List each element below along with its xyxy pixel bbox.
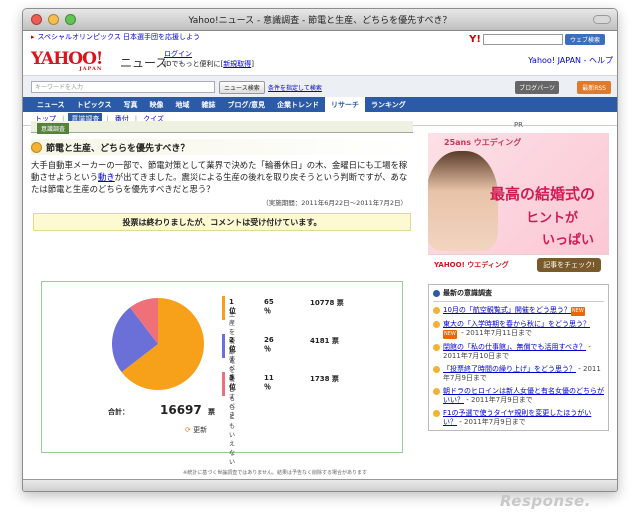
login-block: ログイン IDでもっと便利に[新規取得] [164,49,254,69]
closed-notice: 投票は終わりましたが、コメントは受け付けています。 [33,213,411,231]
browser-window: Yahoo!ニュース - 意識調査 - 節電と生産、どちらを優先すべき？ ▸ ス… [22,8,618,492]
news-search-input[interactable]: キーワードを入力 [31,81,215,93]
latest-item: 東大の「入学時期を春から秋に」をどう思う？NEW - 2011年7月11日まで [433,320,604,339]
total-votes: 16697 [160,403,202,417]
latest-item-link[interactable]: 閉館の「私の仕事館」、無償でも活用すべき？ [443,343,586,351]
nav-tab[interactable]: 写真 [117,97,143,112]
status-bar [23,479,617,491]
survey-main: 意識調査 節電と生産、どちらを優先すべき？ 大手自動車メーカーの一部で、節電対策… [27,121,413,466]
total-label: 合計： [108,408,129,416]
bullet-icon [433,289,440,297]
total-unit: 票 [208,408,215,416]
promo-link[interactable]: スペシャルオリンピックス 日本選手団を応援しよう [38,32,201,42]
ad-headline-2: ヒントが [526,211,579,226]
sidebar: PR 25ans ウエディング 最高の結婚式の ヒントが いっぱい YAHOO!… [428,121,609,431]
latest-list: 10月の「航空観覧式」開催をどう思う？NEW 東大の「入学時期を春から秋に」をどう… [433,306,604,427]
lightbulb-icon [433,366,440,373]
lightbulb-icon [433,410,440,417]
latest-item: 10月の「航空観覧式」開催をどう思う？NEW [433,306,604,316]
legend-percent: 26 ％ [264,336,274,353]
section-header: 意識調査 [31,121,413,134]
latest-item: 「投票終了時間の繰り上げ」をどう思う？ - 2011年7月9日まで [433,365,604,383]
news-search-row: キーワードを入力 ニュース検索 条件を指定して検索 ブログパーツ 最新RSS [23,75,617,97]
question-title: 節電と生産、どちらを優先すべき？ [31,139,413,155]
footnote: ※統計に基づく世論調査ではありません。結果は予告なく削除する場合があります [183,470,368,476]
nav-tab[interactable]: トピックス [71,97,118,112]
nav-tab[interactable]: 雑誌 [195,97,221,112]
nav-tab[interactable]: ニュース [31,97,71,112]
latest-item-date: 2011年7月9日まで [463,418,526,426]
lightbulb-icon [433,321,440,328]
legend-votes: 4181 票 [310,337,339,345]
latest-item-link[interactable]: 東大の「入学時期を春から秋に」をどう思う？ [443,320,590,328]
promo-icon: ▸ [31,33,35,41]
ad-footer-brand: YAHOO! ウエディング [434,261,509,269]
result-pie-chart [112,298,204,390]
register-bracket: ] [251,60,254,68]
question-description: 大手自動車メーカーの一部で、節電対策として業界で決めた「輪番休日」の木、金曜日に… [31,160,408,194]
legend-color-bar [222,334,225,358]
latest-item: 閉館の「私の仕事館」、無償でも活用すべき？ - 2011年7月10日まで [433,343,604,361]
ad-headline-3: いっぱい [542,233,595,248]
window-title: Yahoo!ニュース - 意識調査 - 節電と生産、どちらを優先すべき？ [188,16,452,26]
watermark: Response. [500,492,591,510]
latest-item: 朝ドラのヒロインは新人女優と有名女優のどちらがいい？ - 2011年7月9日まで [433,387,604,405]
login-link[interactable]: ログイン [164,50,192,58]
latest-item-date: 2011年7月10日まで [443,352,510,360]
new-badge: NEW [443,330,457,339]
latest-item-link[interactable]: 10月の「航空観覧式」開催をどう思う？ [443,306,571,314]
lightbulb-icon [31,141,42,153]
latest-surveys-header: 最新の意識調査 [433,288,604,302]
advanced-search-link[interactable]: 条件を指定して検索 [268,83,322,92]
nav-tab[interactable]: 映像 [143,97,169,112]
nav-tab[interactable]: ブログ/意見 [221,97,271,112]
new-badge: NEW [570,307,585,316]
login-note: IDでもっと便利に[ [164,60,224,68]
brand-row: YAHOO! JAPAN ニュース ログイン IDでもっと便利に[新規取得] Ya… [23,43,617,75]
main-nav: ニュース トピックス 写真 映像 地域 雑誌 ブログ/意見 企業トレンド リサーチ ランキング [23,97,617,112]
lightbulb-icon [433,307,440,314]
legend-percent: 11 ％ [264,374,274,391]
ad-headline: 最高の結婚式の [490,185,596,203]
news-search-button[interactable]: ニュース検索 [219,81,265,94]
legend-percent: 65 ％ [264,298,274,315]
lightbulb-icon [433,388,440,395]
rss-button[interactable]: 最新RSS [577,81,611,94]
description-link[interactable]: 動き [98,172,115,182]
toolbar-toggle-button[interactable] [593,15,611,24]
latest-item-date: 2011年7月11日まで [465,329,533,337]
survey-period: （実施期間：2011年6月22日〜2011年7月2日） [262,199,407,207]
question-text: 節電と生産、どちらを優先すべき？ [46,143,190,154]
nav-tab[interactable]: ランキング [365,97,412,112]
latest-surveys: 最新の意識調査 10月の「航空観覧式」開催をどう思う？NEW 東大の「入学時期を春… [428,284,609,431]
legend-votes: 10778 票 [310,299,344,307]
legend-color-bar [222,296,225,320]
latest-item-link[interactable]: 「投票終了時間の繰り上げ」をどう思う？ [443,365,576,373]
latest-item: F1の予選で使うタイヤ規則を変更したほうがいい？ - 2011年7月9日まで [433,409,604,427]
title-bar[interactable]: Yahoo!ニュース - 意識調査 - 節電と生産、どちらを優先すべき？ [23,9,617,31]
refresh-link[interactable]: ⟳ 更新 [185,425,207,435]
nav-tab[interactable]: リサーチ [325,97,366,112]
legend-color-bar [222,372,225,396]
legend-label: どちらともいえない [229,387,236,466]
ad-brand: 25ans ウエディング [444,138,522,147]
ad-model-image [428,151,498,251]
ad-footer: YAHOO! ウエディング 記事をチェック! [428,254,609,274]
register-link[interactable]: 新規取得 [223,60,251,68]
refresh-icon: ⟳ [185,426,191,434]
yahoo-logo[interactable]: YAHOO! JAPAN [31,49,103,72]
wedding-ad[interactable]: 25ans ウエディング 最高の結婚式の ヒントが いっぱい YAHOO! ウエ… [428,133,609,274]
pr-label: PR [513,121,524,129]
section-tab: 意識調査 [37,123,70,134]
section-name: ニュース [120,56,168,70]
nav-tab[interactable]: 地域 [169,97,195,112]
latest-item-date: 2011年7月9日まで [470,396,533,404]
result-box: 1 位 65 ％ 10778 票 生産を優先すべき 2 位 26 ％ 4181 … [41,281,403,466]
lightbulb-icon [433,344,440,351]
ad-cta-button[interactable]: 記事をチェック! [537,258,601,272]
header-links[interactable]: Yahoo! JAPAN - ヘルプ [528,55,613,66]
blog-parts-button[interactable]: ブログパーツ [515,81,559,94]
nav-tab[interactable]: 企業トレンド [271,97,325,112]
legend-votes: 1738 票 [310,375,339,383]
